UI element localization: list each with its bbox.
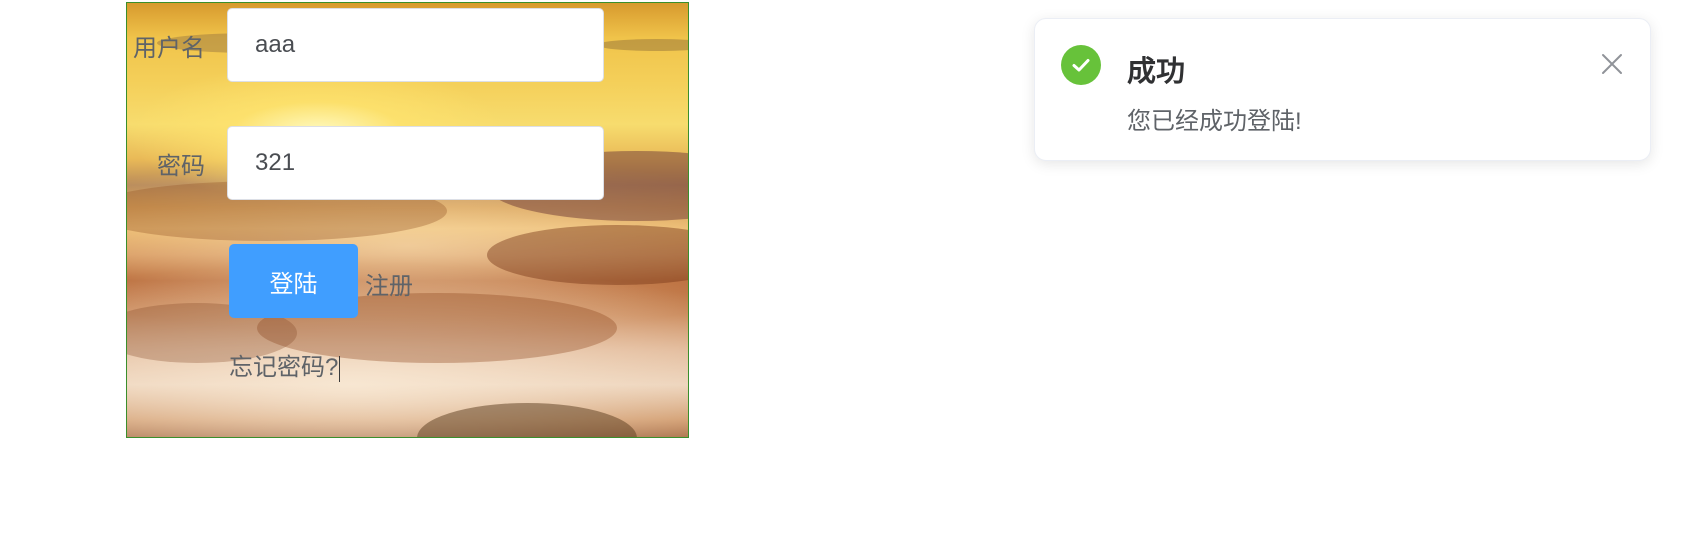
actions-row: 登陆 注册 [229, 244, 413, 318]
password-input[interactable] [227, 126, 604, 200]
password-label: 密码 [157, 152, 205, 180]
close-icon[interactable] [1598, 50, 1626, 78]
forgot-password-label: 忘记密码? [229, 354, 339, 381]
check-circle-icon [1061, 45, 1101, 85]
close-glyph [1602, 54, 1622, 74]
username-input[interactable] [227, 8, 604, 82]
background-cloud [597, 39, 688, 51]
checkmark-glyph [1072, 59, 1090, 72]
background-hill [417, 403, 637, 437]
forgot-password-link[interactable]: 忘记密码? [229, 347, 341, 382]
login-panel: 用户名 密码 登陆 注册 忘记密码? [126, 2, 689, 438]
username-row: 用户名 [127, 8, 604, 82]
password-row: 密码 [127, 126, 604, 200]
username-label: 用户名 [133, 34, 205, 62]
text-cursor [339, 355, 341, 382]
notification-message: 您已经成功登陆! [1127, 108, 1302, 135]
register-link[interactable]: 注册 [365, 266, 413, 301]
notification-title: 成功 [1127, 56, 1186, 88]
success-notification: 成功 您已经成功登陆! [1034, 18, 1651, 161]
background-hill [487, 225, 688, 285]
login-button[interactable]: 登陆 [229, 244, 358, 318]
